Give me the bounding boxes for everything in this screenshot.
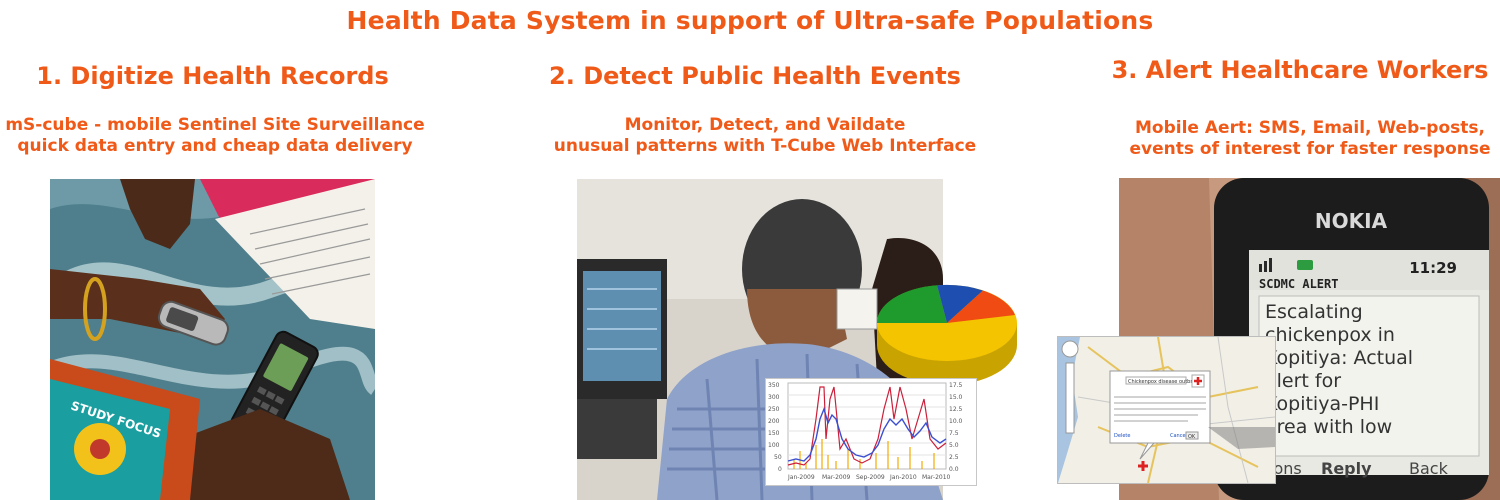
chart-y2-tick: 10.0: [949, 418, 963, 425]
sms-header: SCDMC ALERT: [1259, 277, 1338, 291]
section-2-heading: 2. Detect Public Health Events: [549, 62, 961, 90]
chart-y-tick: 250: [768, 406, 780, 413]
softkey-reply: Reply: [1321, 459, 1372, 478]
sms-line: Escalating: [1265, 301, 1363, 323]
chart-y2-tick: 5.0: [949, 442, 959, 449]
section-3-subtitle-line2: events of interest for faster response: [1129, 139, 1491, 159]
chart-y2-tick: 7.5: [949, 430, 959, 437]
chart-y2-tick: 15.0: [949, 394, 963, 401]
section-3-heading: 3. Alert Healthcare Workers: [1111, 56, 1489, 84]
section-3-subtitle: Mobile Aert: SMS, Email, Web-posts, even…: [1120, 118, 1500, 160]
sms-line: Kopitiya: Actual: [1265, 347, 1413, 369]
chart-x-tick: Jan-2009: [787, 474, 815, 481]
softkey-back: Back: [1409, 459, 1449, 478]
section-1-subtitle: mS-cube - mobile Sentinel Site Surveilla…: [0, 115, 430, 157]
chart-x-tick: Mar-2009: [822, 474, 851, 481]
sms-line: area with low: [1265, 416, 1392, 438]
chart-x-tick: Jan-2010: [889, 474, 917, 481]
map-popup-delete[interactable]: Delete: [1114, 433, 1130, 439]
chart-y-tick: 100: [768, 442, 780, 449]
map-popup-ok[interactable]: OK: [1188, 434, 1196, 440]
chart-y-tick: 150: [768, 430, 780, 437]
map-popup-cancel[interactable]: Cancel: [1170, 433, 1187, 439]
chart-y-tick: 0: [778, 466, 782, 473]
map-popup-title: Chickenpox disease outbreak: [1128, 379, 1201, 385]
phone-brand-logo: NOKIA: [1315, 209, 1388, 233]
chart-x-tick: Sep-2009: [856, 474, 885, 481]
sms-line: Kopitiya-PHI: [1265, 393, 1379, 415]
section-2-subtitle: Monitor, Detect, and Vaildate unusual pa…: [545, 115, 985, 157]
hands-with-mobile-phones-photo: STUDY FOCUS: [50, 179, 375, 500]
chart-y2-tick: 17.5: [949, 382, 963, 389]
chart-y2-tick: 2.5: [949, 454, 959, 461]
chart-y-tick: 50: [774, 454, 782, 461]
section-1-subtitle-line2: quick data entry and cheap data delivery: [17, 136, 413, 156]
time-series-chart: 350 300 250 200 150 100 50 0 17.5 15.0 1…: [765, 378, 977, 486]
sms-line: chickenpox in: [1265, 324, 1395, 346]
chart-y2-tick: 0.0: [949, 466, 959, 473]
page-title: Health Data System in support of Ultra-s…: [346, 6, 1154, 35]
section-1-heading: 1. Digitize Health Records: [36, 62, 389, 90]
chart-y2-tick: 12.5: [949, 406, 963, 413]
section-3-subtitle-line1: Mobile Aert: SMS, Email, Web-posts,: [1135, 118, 1485, 138]
section-1-subtitle-line1: mS-cube - mobile Sentinel Site Surveilla…: [5, 115, 425, 135]
section-2-subtitle-line1: Monitor, Detect, and Vaildate: [624, 115, 906, 135]
chart-x-tick: Mar-2010: [922, 474, 951, 481]
chart-y-tick: 300: [768, 394, 780, 401]
phone-clock: 11:29: [1409, 259, 1457, 277]
chart-y-tick: 200: [768, 418, 780, 425]
chart-y-tick: 350: [768, 382, 780, 389]
pie-chart-graphic: [875, 283, 1020, 388]
section-2-subtitle-line2: unusual patterns with T-Cube Web Interfa…: [553, 136, 977, 156]
map-alert-graphic: Chickenpox disease outbreak Delete Cance…: [1057, 336, 1276, 484]
sms-line: alert for: [1265, 370, 1341, 392]
